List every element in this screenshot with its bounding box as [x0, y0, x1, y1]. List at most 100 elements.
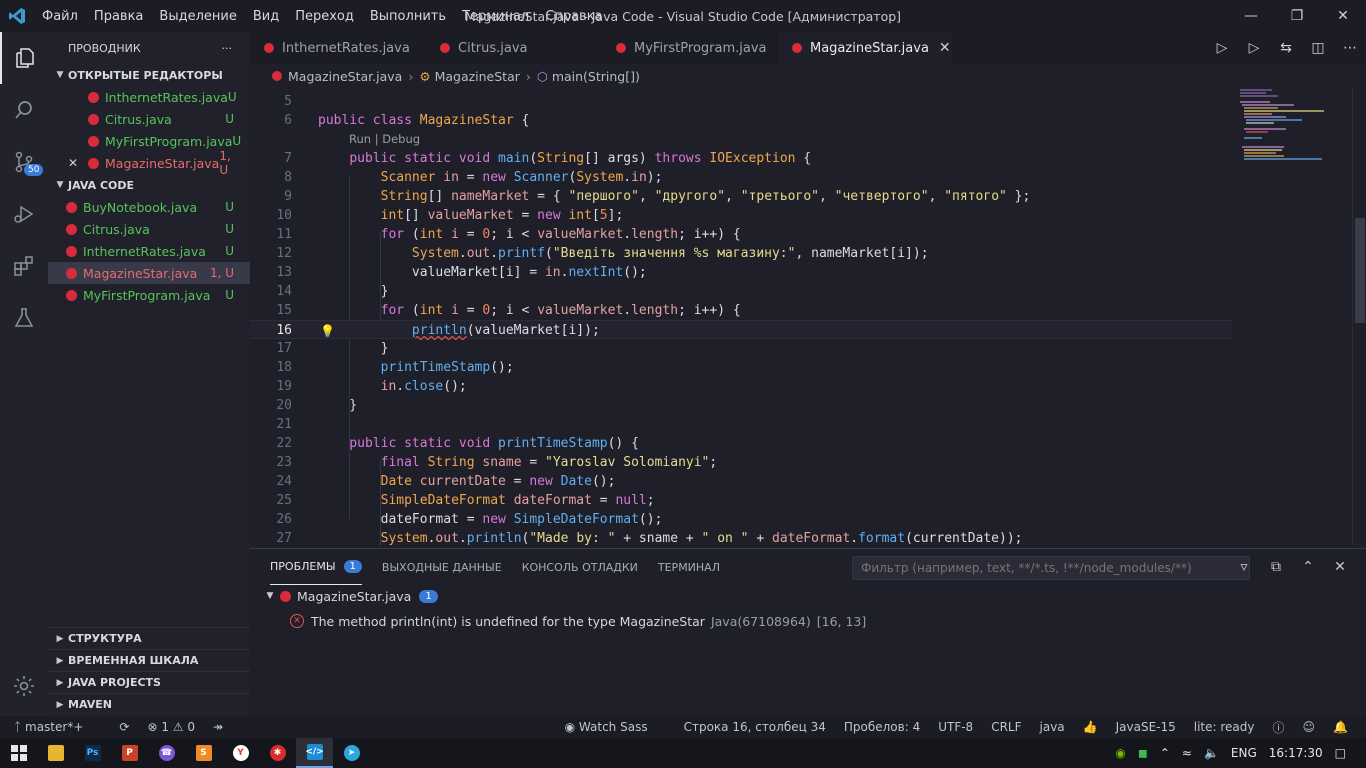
code-editor[interactable]: 5 6 public class MagazineStar { Run | Deb… — [250, 88, 1232, 546]
restore-button[interactable]: ❐ — [1274, 0, 1320, 32]
explorer-icon[interactable] — [0, 32, 48, 84]
more-actions-icon[interactable]: ··· — [222, 42, 233, 55]
open-editor-item[interactable]: Citrus.java U — [48, 108, 250, 130]
tab-problems[interactable]: ПРОБЛЕМЫ 1 — [270, 549, 362, 585]
volume-icon[interactable]: 🔈 — [1204, 746, 1219, 760]
problems-filter-input[interactable] — [852, 556, 1250, 580]
file-explorer-taskbar-icon[interactable] — [37, 738, 74, 768]
tab-terminal[interactable]: ТЕРМИНАЛ — [658, 549, 720, 585]
open-editor-item-active[interactable]: ✕ MagazineStar.java 1, U — [48, 149, 250, 177]
code-lens[interactable]: Run | Debug — [250, 130, 1232, 149]
jdk-version[interactable]: JavaSE-15 — [1116, 720, 1176, 734]
timeline-header[interactable]: ▶ ВРЕМЕННАЯ ШКАЛА — [48, 649, 250, 671]
project-file[interactable]: InthernetRates.java U — [48, 240, 250, 262]
sublime-taskbar-icon[interactable]: S — [185, 738, 222, 768]
menu-edit[interactable]: Правка — [86, 9, 151, 24]
info-icon[interactable]: ⓘ — [1273, 719, 1285, 736]
project-header[interactable]: ▼ JAVA CODE — [48, 174, 250, 196]
menu-help[interactable]: Справка — [537, 9, 610, 24]
powerpoint-taskbar-icon[interactable]: P — [111, 738, 148, 768]
problem-row[interactable]: ✕ The method println(int) is undefined f… — [250, 610, 1366, 632]
menu-terminal[interactable]: Терминал — [454, 9, 537, 24]
tab-inthernetrates[interactable]: InthernetRates.java — [250, 32, 426, 64]
menu-selection[interactable]: Выделение — [151, 9, 244, 24]
yandex-browser-taskbar-icon[interactable]: Y — [222, 738, 259, 768]
breadcrumb-class[interactable]: MagazineStar — [435, 69, 520, 84]
photoshop-taskbar-icon[interactable]: Ps — [74, 738, 111, 768]
close-window-button[interactable]: ✕ — [1320, 0, 1366, 32]
problem-file-row[interactable]: ▼ MagazineStar.java 1 — [250, 585, 1366, 607]
run-debug-icon[interactable] — [0, 188, 48, 240]
split-editor-icon[interactable]: ◫ — [1302, 40, 1334, 56]
start-button[interactable] — [0, 738, 37, 768]
clock[interactable]: 16:17:30 — [1269, 746, 1323, 760]
telegram-taskbar-icon[interactable]: ➤ — [333, 738, 370, 768]
collapse-all-icon[interactable]: ⧉ — [1260, 555, 1292, 579]
network-icon[interactable]: ≈ — [1182, 746, 1192, 760]
filter-icon[interactable]: ▿ — [1228, 555, 1260, 579]
sync-icon[interactable]: ⟳ — [119, 720, 129, 734]
language-mode[interactable]: java — [1040, 720, 1065, 734]
cursor-position[interactable]: Строка 16, столбец 34 — [684, 720, 826, 734]
settings-gear-icon[interactable] — [0, 660, 48, 712]
menu-view[interactable]: Вид — [245, 9, 287, 24]
vscode-taskbar-icon[interactable]: </> — [296, 738, 333, 768]
more-actions-icon[interactable]: ⋯ — [1334, 40, 1366, 56]
breadcrumb-method[interactable]: main(String[]) — [552, 69, 640, 84]
close-panel-icon[interactable]: ✕ — [1324, 555, 1356, 579]
tab-magazinestar[interactable]: MagazineStar.java ✕ — [778, 32, 954, 64]
open-editors-header[interactable]: ▼ ОТКРЫТЫЕ РЕДАКТОРЫ — [48, 64, 250, 86]
problems-summary[interactable]: ⊗ 1 ⚠ 0 — [147, 720, 195, 734]
end-of-line[interactable]: CRLF — [991, 720, 1021, 734]
menu-file[interactable]: Файл — [34, 9, 86, 24]
debug-icon[interactable]: ▷ — [1238, 40, 1270, 56]
close-editor-icon[interactable]: ✕ — [68, 156, 78, 170]
menu-run[interactable]: Выполнить — [362, 9, 454, 24]
tray-app-icon[interactable]: ◼ — [1138, 746, 1148, 760]
minimap[interactable] — [1232, 88, 1352, 546]
thumbs-up-icon[interactable]: 👍 — [1083, 720, 1098, 734]
project-file[interactable]: MyFirstProgram.java U — [48, 284, 250, 306]
java-lite-status[interactable]: lite: ready — [1194, 720, 1255, 734]
project-file[interactable]: Citrus.java U — [48, 218, 250, 240]
source-control-icon[interactable]: 50 — [0, 136, 48, 188]
line-number: 16 — [276, 323, 292, 338]
run-target-icon[interactable]: ↠ — [213, 720, 223, 734]
search-icon[interactable] — [0, 84, 48, 136]
close-tab-icon[interactable]: ✕ — [939, 40, 951, 56]
testing-icon[interactable] — [0, 292, 48, 344]
open-editor-item[interactable]: InthernetRates.java U — [48, 86, 250, 108]
outline-header[interactable]: ▶ СТРУКТУРА — [48, 627, 250, 649]
java-projects-header[interactable]: ▶ JAVA PROJECTS — [48, 671, 250, 693]
menu-go[interactable]: Переход — [287, 9, 362, 24]
compare-changes-icon[interactable]: ⇆ — [1270, 40, 1302, 56]
viber-taskbar-icon[interactable]: ☎ — [148, 738, 185, 768]
git-branch[interactable]: ᛏ master*+ — [14, 720, 101, 734]
notifications-center-icon[interactable]: □ — [1335, 746, 1346, 760]
maven-header[interactable]: ▶ MAVEN — [48, 693, 250, 715]
feedback-icon[interactable]: ☺ — [1303, 720, 1316, 734]
maximize-panel-icon[interactable]: ⌃ — [1292, 555, 1324, 579]
notifications-icon[interactable]: 🔔 — [1333, 720, 1348, 734]
scrollbar-thumb[interactable] — [1355, 218, 1365, 323]
nvidia-icon[interactable]: ◉ — [1115, 746, 1125, 760]
editor-scrollbar[interactable] — [1352, 88, 1366, 546]
app-taskbar-icon[interactable]: ✱ — [259, 738, 296, 768]
input-language[interactable]: ENG — [1231, 746, 1257, 760]
project-file-selected[interactable]: MagazineStar.java 1, U — [48, 262, 250, 284]
indentation[interactable]: Пробелов: 4 — [844, 720, 920, 734]
run-icon[interactable]: ▷ — [1206, 40, 1238, 56]
watch-sass[interactable]: ◉ Watch Sass — [565, 720, 666, 734]
show-hidden-icons[interactable]: ⌃ — [1160, 746, 1170, 760]
minimize-button[interactable]: — — [1228, 0, 1274, 32]
tab-debug-console[interactable]: КОНСОЛЬ ОТЛАДКИ — [522, 549, 638, 585]
run-debug-lens[interactable]: Run | Debug — [349, 130, 420, 149]
tab-output[interactable]: ВЫХОДНЫЕ ДАННЫЕ — [382, 549, 502, 585]
tab-myfirstprogram[interactable]: MyFirstProgram.java — [602, 32, 778, 64]
project-file[interactable]: BuyNotebook.java U — [48, 196, 250, 218]
extensions-icon[interactable] — [0, 240, 48, 292]
tab-citrus[interactable]: Citrus.java — [426, 32, 602, 64]
encoding[interactable]: UTF-8 — [938, 720, 973, 734]
git-status: 1, U — [219, 149, 231, 177]
breadcrumb-file[interactable]: MagazineStar.java — [288, 69, 402, 84]
